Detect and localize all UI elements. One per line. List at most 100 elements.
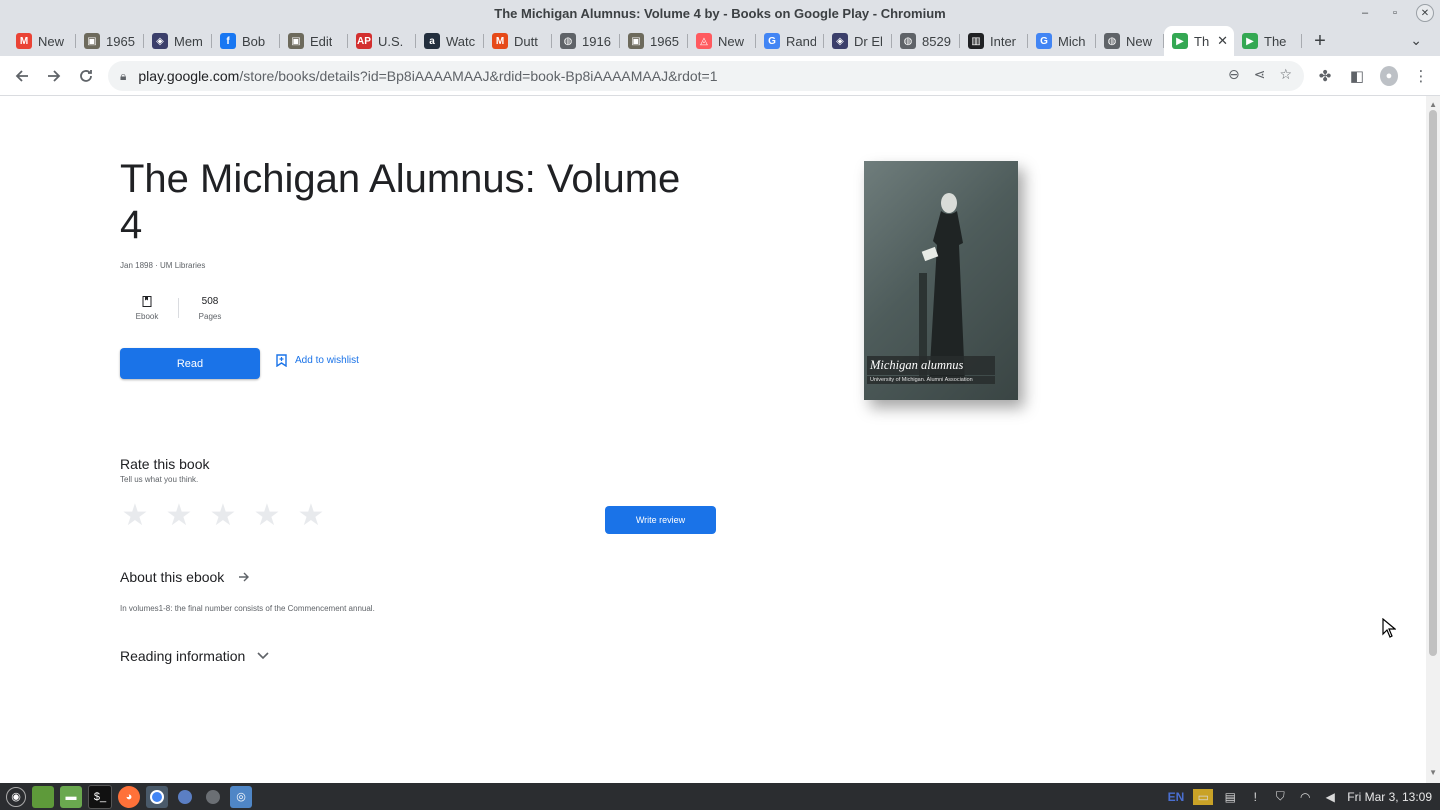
- omnibox-actions: ⊖ ⋖ ☆: [1228, 66, 1292, 83]
- terminal-icon[interactable]: $_: [88, 784, 112, 809]
- tab-label: 1965: [106, 33, 135, 49]
- cover-portrait-image: [919, 193, 965, 383]
- star-rating-3-icon[interactable]: ★: [208, 501, 238, 531]
- new-tab-button[interactable]: +: [1302, 26, 1338, 56]
- keyboard-layout[interactable]: EN: [1168, 790, 1185, 804]
- scroll-down-arrow-icon[interactable]: ▼: [1429, 768, 1437, 777]
- url-host: play.google.com: [138, 68, 240, 84]
- tab-13[interactable]: ◍ 8529: [892, 26, 960, 56]
- share-icon[interactable]: ⋖: [1254, 66, 1266, 83]
- tab-5[interactable]: AP U.S.: [348, 26, 416, 56]
- minimize-button[interactable]: –: [1350, 1, 1380, 25]
- wishlist-label: Add to wishlist: [295, 355, 359, 366]
- lock-icon[interactable]: 🔒︎: [120, 69, 126, 84]
- side-panel-icon[interactable]: ◧: [1348, 64, 1366, 88]
- star-rating-2-icon[interactable]: ★: [164, 501, 194, 531]
- browser-window-icon[interactable]: [202, 786, 224, 808]
- memorial-icon: ◈: [152, 33, 168, 49]
- tab-4[interactable]: ▣ Edit: [280, 26, 348, 56]
- ap-icon: AP: [356, 33, 372, 49]
- book-cover[interactable]: Michigan alumnus University of Michigan.…: [864, 161, 1018, 400]
- about-ebook-text: In volumes1-8: the final number consists…: [120, 604, 375, 613]
- reload-button[interactable]: [74, 64, 98, 88]
- tab-1[interactable]: ▣ 1965: [76, 26, 144, 56]
- pages-value: 508: [201, 295, 219, 307]
- update-notice-icon[interactable]: !: [1247, 789, 1263, 805]
- mouse-cursor-icon: [1382, 618, 1396, 638]
- star-rating-5-icon[interactable]: ★: [296, 501, 326, 531]
- tab-12[interactable]: ◈ Dr El: [824, 26, 892, 56]
- tab-2[interactable]: ◈ Mem: [144, 26, 212, 56]
- clock[interactable]: Fri Mar 3, 13:09: [1347, 790, 1432, 804]
- clipboard-icon[interactable]: ▤: [1222, 789, 1238, 805]
- shield-icon[interactable]: ⛉: [1272, 789, 1288, 805]
- browser-toolbar: 🔒︎ play.google.com/store/books/details?i…: [0, 56, 1440, 96]
- tab-search-chevron-icon[interactable]: ⌄: [1410, 32, 1422, 49]
- volume-icon[interactable]: ◀: [1322, 789, 1338, 805]
- tab-6[interactable]: a Watc: [416, 26, 484, 56]
- url-text[interactable]: play.google.com/store/books/details?id=B…: [138, 68, 717, 84]
- star-rating-1-icon[interactable]: ★: [120, 501, 150, 531]
- start-menu-icon[interactable]: ◉: [6, 786, 26, 807]
- reload-icon: [80, 70, 92, 82]
- book-meta: Jan 1898 · UM Libraries: [120, 261, 206, 270]
- extensions-puzzle-icon[interactable]: ✤: [1316, 64, 1334, 88]
- about-ebook-link[interactable]: About this ebook: [120, 569, 250, 585]
- tab-0[interactable]: M New: [8, 26, 76, 56]
- tab-label: 8529: [922, 33, 951, 49]
- format-stat: Ebook: [120, 294, 174, 321]
- tab-17[interactable]: ▶ Th ✕: [1164, 26, 1234, 56]
- tab-list: M New ▣ 1965 ◈ Mem f Bob ▣ Edit AP U.S. a Watc M Dutt ◍ 1…: [8, 26, 1302, 56]
- close-tab-icon[interactable]: ✕: [1217, 33, 1228, 49]
- profile-button[interactable]: ●: [1380, 64, 1398, 88]
- firefox-icon[interactable]: ◕: [118, 785, 140, 808]
- tab-3[interactable]: f Bob: [212, 26, 280, 56]
- tab-label: Inter: [990, 33, 1017, 49]
- bookmark-star-icon[interactable]: ☆: [1279, 66, 1292, 83]
- tab-9[interactable]: ▣ 1965: [620, 26, 688, 56]
- os-taskbar: ◉ ▬ $_ ◕ ◎ EN ▭ ▤ ! ⛉ ◠ ◀ Fri Mar 3, 13:…: [0, 783, 1440, 810]
- scrollbar-thumb[interactable]: [1429, 110, 1437, 656]
- read-button[interactable]: Read: [120, 348, 260, 379]
- tab-14[interactable]: ▥ Inter: [960, 26, 1028, 56]
- tab-18[interactable]: ▶ The: [1234, 26, 1302, 56]
- tab-16[interactable]: ◍ New: [1096, 26, 1164, 56]
- airbnb-icon: ◬: [696, 33, 712, 49]
- write-review-button[interactable]: Write review: [605, 506, 716, 534]
- reading-information-title: Reading information: [120, 648, 246, 664]
- tab-label: New: [38, 33, 65, 49]
- forward-button[interactable]: [42, 64, 66, 88]
- chromium-taskbar-icon[interactable]: [146, 785, 168, 808]
- address-bar[interactable]: 🔒︎ play.google.com/store/books/details?i…: [108, 61, 1304, 91]
- tab-label: Mem: [174, 33, 203, 49]
- photo-icon: ▣: [288, 33, 304, 49]
- tab-11[interactable]: G Rand: [756, 26, 824, 56]
- tab-8[interactable]: ◍ 1916: [552, 26, 620, 56]
- globe-icon: ◍: [900, 33, 916, 49]
- tab-10[interactable]: ◬ New: [688, 26, 756, 56]
- file-manager-icon[interactable]: ▬: [60, 785, 82, 808]
- add-to-wishlist-button[interactable]: Add to wishlist: [276, 354, 359, 367]
- reading-information-toggle[interactable]: Reading information: [120, 648, 269, 664]
- avatar-icon: ●: [1380, 66, 1398, 86]
- back-button[interactable]: [10, 64, 34, 88]
- tab-7[interactable]: M Dutt: [484, 26, 552, 56]
- chromium-window-icon[interactable]: [174, 786, 196, 808]
- star-rating-4-icon[interactable]: ★: [252, 501, 282, 531]
- close-window-button[interactable]: ✕: [1410, 1, 1440, 25]
- wifi-icon[interactable]: ◠: [1297, 789, 1313, 805]
- monitor-icon[interactable]: ▭: [1193, 788, 1214, 805]
- book-title: The Michigan Alumnus: Volume 4: [120, 157, 681, 247]
- zoom-icon[interactable]: ⊖: [1228, 66, 1240, 83]
- tab-15[interactable]: G Mich: [1028, 26, 1096, 56]
- tab-label: 1916: [582, 33, 611, 49]
- tab-label: Mich: [1058, 33, 1086, 49]
- app-window-icon[interactable]: ◎: [230, 785, 252, 808]
- google-play-icon: ▶: [1172, 33, 1188, 49]
- scroll-up-arrow-icon[interactable]: ▲: [1429, 100, 1437, 109]
- photo-icon: ▣: [84, 33, 100, 49]
- maximize-button[interactable]: ▫: [1380, 1, 1410, 25]
- menu-kebab-icon[interactable]: ⋮: [1412, 64, 1430, 88]
- show-desktop-icon[interactable]: [32, 785, 54, 808]
- system-tray: EN ▭ ▤ ! ⛉ ◠ ◀ Fri Mar 3, 13:09: [1168, 783, 1432, 810]
